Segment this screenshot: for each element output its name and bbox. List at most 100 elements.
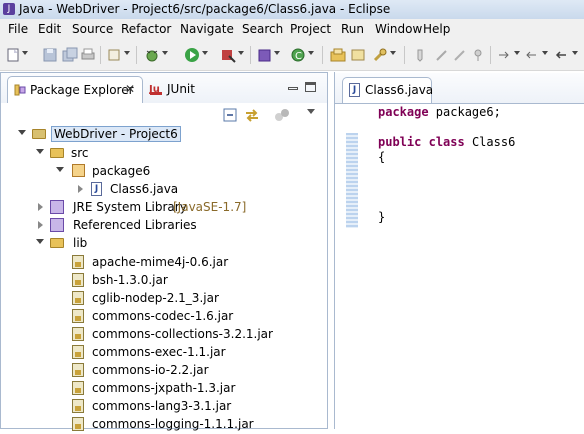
jar-icon bbox=[72, 345, 84, 359]
run-dropdown-icon[interactable] bbox=[202, 51, 208, 55]
close-icon[interactable]: ✕ bbox=[125, 82, 135, 96]
editor-tab-label: Class6.java bbox=[365, 83, 434, 97]
tab-class6-java[interactable]: J Class6.java bbox=[342, 77, 434, 103]
window-title: Java - WebDriver - Project6/src/package6… bbox=[19, 2, 391, 16]
jar-icon bbox=[72, 399, 84, 413]
debug-dropdown-icon[interactable] bbox=[162, 51, 168, 55]
package-icon bbox=[72, 164, 85, 177]
source-folder-icon bbox=[50, 148, 64, 158]
open-task-icon[interactable] bbox=[350, 47, 366, 63]
save-icon[interactable] bbox=[42, 47, 58, 63]
new-icon[interactable] bbox=[5, 47, 21, 63]
jar-icon bbox=[72, 381, 84, 395]
jar-label: commons-exec-1.1.jar bbox=[92, 345, 226, 359]
menu-source[interactable]: Source bbox=[72, 22, 113, 36]
package-name: package6; bbox=[428, 105, 501, 119]
save-all-icon[interactable] bbox=[62, 47, 78, 63]
tree-item-package[interactable]: package6 bbox=[56, 163, 256, 181]
code-line-2[interactable]: public class Class6 bbox=[378, 135, 515, 149]
code-close-brace[interactable]: } bbox=[378, 210, 385, 224]
pen-icon[interactable] bbox=[434, 47, 450, 63]
title-bar: J Java - WebDriver - Project6/src/packag… bbox=[0, 0, 584, 20]
new-class-icon[interactable]: C bbox=[290, 47, 306, 63]
jar-icon bbox=[72, 309, 84, 323]
jar-label: bsh-1.3.0.jar bbox=[92, 273, 168, 287]
back-icon[interactable] bbox=[554, 47, 570, 63]
jar-label: apache-mime4j-0.6.jar bbox=[92, 255, 229, 269]
tab-package-explorer-label: Package Explorer bbox=[30, 83, 134, 97]
jar-item[interactable]: cglib-nodep-2.1_3.jar bbox=[72, 290, 322, 308]
toggle-dropdown-icon[interactable] bbox=[124, 51, 130, 55]
jar-item[interactable]: commons-lang3-3.1.jar bbox=[72, 398, 322, 416]
jar-item[interactable]: commons-codec-1.6.jar bbox=[72, 308, 322, 326]
left-view-tabs: Package Explorer ✕ Ju JUnit bbox=[1, 73, 327, 103]
jar-label: commons-codec-1.6.jar bbox=[92, 309, 234, 323]
external-tools-icon[interactable] bbox=[220, 47, 236, 63]
jar-item[interactable]: commons-logging-1.1.1.jar bbox=[72, 416, 322, 434]
open-type-icon[interactable] bbox=[330, 47, 346, 63]
junit-icon: Ju bbox=[149, 84, 162, 95]
src-label: src bbox=[71, 146, 89, 160]
toggle-icon[interactable] bbox=[106, 47, 122, 63]
external-tools-dropdown-icon[interactable] bbox=[238, 51, 244, 55]
new-project-dropdown-icon[interactable] bbox=[274, 51, 280, 55]
code-open-brace[interactable]: { bbox=[378, 150, 385, 164]
menu-project[interactable]: Project bbox=[290, 22, 331, 36]
menu-window[interactable]: Window bbox=[375, 22, 422, 36]
jar-item[interactable]: commons-jxpath-1.3.jar bbox=[72, 380, 322, 398]
menu-edit[interactable]: Edit bbox=[38, 22, 61, 36]
keyword-class: class bbox=[428, 135, 465, 149]
java-file-icon: J bbox=[91, 182, 102, 196]
minimize-view-button[interactable] bbox=[288, 87, 298, 90]
search-icon[interactable] bbox=[372, 47, 388, 63]
new-java-project-icon[interactable] bbox=[256, 47, 272, 63]
jar-item[interactable]: commons-exec-1.1.jar bbox=[72, 344, 322, 362]
tab-package-explorer[interactable]: Package Explorer ✕ bbox=[7, 76, 143, 103]
tree-item-file[interactable]: J Class6.java bbox=[76, 181, 276, 199]
jar-item[interactable]: bsh-1.3.0.jar bbox=[72, 272, 322, 290]
menu-bar: File Edit Source Refactor Navigate Searc… bbox=[0, 19, 584, 39]
collapse-all-icon[interactable] bbox=[223, 108, 237, 122]
tree-item-src[interactable]: src bbox=[36, 145, 236, 163]
tab-junit[interactable]: Ju JUnit bbox=[147, 76, 213, 100]
prev-annotation-icon[interactable] bbox=[524, 47, 540, 63]
tree-item-referenced-libraries[interactable]: Referenced Libraries bbox=[38, 217, 298, 235]
maximize-view-button[interactable] bbox=[305, 82, 316, 92]
menu-search[interactable]: Search bbox=[242, 22, 283, 36]
link-with-editor-icon[interactable] bbox=[244, 107, 260, 123]
svg-text:C: C bbox=[295, 51, 302, 62]
debug-icon[interactable] bbox=[144, 47, 160, 63]
view-menu-icon[interactable] bbox=[307, 109, 315, 114]
tree-item-lib[interactable]: lib bbox=[36, 235, 236, 253]
run-icon[interactable] bbox=[184, 47, 200, 63]
new-class-dropdown-icon[interactable] bbox=[308, 51, 314, 55]
menu-help[interactable]: Help bbox=[423, 22, 450, 36]
next-annotation-dropdown-icon[interactable] bbox=[514, 51, 520, 55]
prev-annotation-dropdown-icon[interactable] bbox=[542, 51, 548, 55]
jar-label: cglib-nodep-2.1_3.jar bbox=[92, 291, 219, 305]
annotation-icon[interactable] bbox=[412, 47, 428, 63]
new-dropdown-icon[interactable] bbox=[22, 51, 28, 55]
menu-navigate[interactable]: Navigate bbox=[180, 22, 234, 36]
print-icon[interactable] bbox=[80, 47, 96, 63]
search-dropdown-icon[interactable] bbox=[390, 51, 396, 55]
quick-diff-ruler bbox=[346, 133, 358, 228]
tree-item-project[interactable]: WebDriver - Project6 bbox=[18, 126, 218, 144]
jar-item[interactable]: commons-io-2.2.jar bbox=[72, 362, 322, 380]
jar-item[interactable]: apache-mime4j-0.6.jar bbox=[72, 254, 322, 272]
tree-item-jre[interactable]: JRE System Library [JavaSE-1.7] bbox=[38, 199, 298, 217]
jar-icon bbox=[72, 273, 84, 287]
next-annotation-icon[interactable] bbox=[496, 47, 512, 63]
editor-tabs: J Class6.java bbox=[335, 73, 584, 104]
focus-icon[interactable] bbox=[274, 108, 290, 122]
menu-refactor[interactable]: Refactor bbox=[121, 22, 171, 36]
referenced-libraries-icon bbox=[50, 218, 64, 232]
code-line-1[interactable]: package package6; bbox=[378, 105, 501, 119]
mark-icon[interactable] bbox=[452, 47, 468, 63]
jar-item[interactable]: commons-collections-3.2.1.jar bbox=[72, 326, 322, 344]
back-dropdown-icon[interactable] bbox=[572, 51, 578, 55]
menu-run[interactable]: Run bbox=[341, 22, 364, 36]
pin-icon[interactable] bbox=[470, 47, 486, 63]
menu-file[interactable]: File bbox=[8, 22, 28, 36]
jar-icon bbox=[72, 291, 84, 305]
